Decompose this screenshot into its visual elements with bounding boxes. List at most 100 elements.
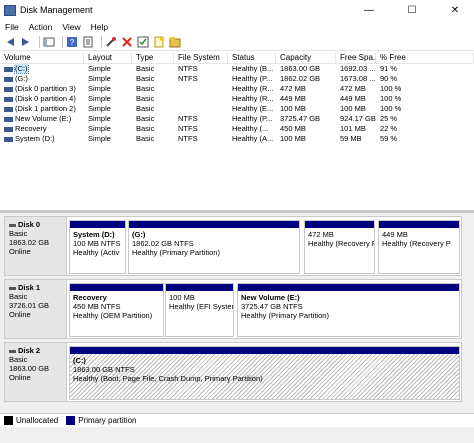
connect-icon[interactable] (105, 36, 117, 48)
primary-partition-bar (129, 221, 299, 228)
legend-swatch (4, 416, 13, 425)
partition-status: Healthy (EFI Syster (169, 302, 233, 311)
disk-icon (9, 286, 16, 290)
help-icon[interactable]: ? (66, 36, 78, 48)
disk-0-row: Disk 0 Basic 1863.02 GB Online System (D… (4, 216, 462, 276)
partition-size: 1863.00 GB NTFS (73, 365, 135, 374)
console-icon[interactable] (43, 36, 55, 48)
capacity-cell: 1863.00 GB (280, 64, 321, 73)
properties-icon[interactable] (82, 36, 94, 48)
partition-block-selected[interactable]: (C:) 1863.00 GB NTFS Healthy (Boot, Page… (69, 346, 460, 400)
partition-block[interactable]: 472 MB Healthy (Recovery P (304, 220, 375, 274)
delete-icon[interactable] (121, 36, 133, 48)
table-row[interactable]: (Disk 0 partition 3) Simple Basic Health… (0, 84, 474, 94)
partition-size: 449 MB (382, 230, 408, 239)
layout-cell: Simple (88, 134, 111, 143)
disk-0-label[interactable]: Disk 0 Basic 1863.02 GB Online (5, 217, 67, 275)
legend-swatch (66, 416, 76, 425)
volume-icon (4, 116, 13, 122)
menu-view[interactable]: View (62, 22, 80, 32)
volume-list-header: Volume Layout Type File System Status Ca… (0, 53, 474, 64)
menu-action[interactable]: Action (29, 22, 53, 32)
disk-1-label[interactable]: Disk 1 Basic 3726.01 GB Online (5, 280, 67, 338)
layout-cell: Simple (88, 114, 111, 123)
table-row[interactable]: (G:) Simple Basic NTFS Healthy (P... 186… (0, 74, 474, 84)
partition-status: Healthy (Recovery P (382, 239, 451, 248)
minimize-button[interactable]: — (354, 0, 384, 20)
volume-list: Volume Layout Type File System Status Ca… (0, 53, 474, 210)
column-percent-free[interactable]: % Free (376, 53, 474, 63)
menu-file[interactable]: File (5, 22, 19, 32)
disk-name: Disk 0 (18, 220, 41, 229)
status-cell: Healthy (R... (232, 94, 274, 103)
disk-management-icon (4, 4, 16, 16)
partition-block[interactable]: 449 MB Healthy (Recovery P (378, 220, 460, 274)
volume-name: Recovery (15, 124, 47, 133)
new-icon[interactable] (153, 36, 165, 48)
partition-status: Healthy (Primary Partition) (132, 248, 220, 257)
table-row[interactable]: New Volume (E:) Simple Basic NTFS Health… (0, 114, 474, 124)
partition-status: Healthy (Activ (73, 248, 120, 257)
disk-size: 1863.00 GB (9, 364, 50, 373)
type-cell: Basic (136, 74, 155, 83)
file-system-cell (174, 104, 228, 114)
volume-icon (4, 76, 13, 82)
legend-primary-partition: Primary partition (66, 416, 137, 425)
table-row[interactable]: (Disk 0 partition 4) Simple Basic Health… (0, 94, 474, 104)
check-icon[interactable] (137, 36, 149, 48)
partition-name: (G:) (132, 230, 146, 239)
primary-partition-bar (70, 284, 163, 291)
column-file-system[interactable]: File System (174, 53, 228, 63)
partition-block[interactable]: (G:) 1862.02 GB NTFS Healthy (Primary Pa… (128, 220, 300, 274)
forward-icon[interactable] (20, 36, 32, 48)
free-space-cell: 59 MB (340, 134, 362, 143)
table-row[interactable]: (C:) Simple Basic NTFS Healthy (B... 186… (0, 64, 474, 74)
menu-bar: File Action View Help (0, 20, 474, 34)
disk-2-row: Disk 2 Basic 1863.00 GB Online (C:) 1863… (4, 342, 462, 402)
legend: Unallocated Primary partition (0, 413, 474, 427)
table-row[interactable]: (Disk 1 partition 2) Simple Basic Health… (0, 104, 474, 114)
partition-block[interactable]: System (D:) 100 MB NTFS Healthy (Activ (69, 220, 126, 274)
partition-block[interactable]: New Volume (E:) 3725.47 GB NTFS Healthy … (237, 283, 460, 337)
back-icon[interactable] (4, 36, 16, 48)
percent-free-cell: 100 % (380, 104, 402, 113)
disk-name: Disk 2 (18, 346, 41, 355)
capacity-cell: 449 MB (280, 94, 306, 103)
status-cell: Healthy (B... (232, 64, 274, 73)
capacity-cell: 450 MB (280, 124, 306, 133)
partition-block[interactable]: 100 MB Healthy (EFI Syster (165, 283, 234, 337)
type-cell: Basic (136, 94, 155, 103)
type-cell: Basic (136, 64, 155, 73)
partition-size: 100 MB (169, 293, 195, 302)
menu-help[interactable]: Help (91, 22, 108, 32)
toolbar-separator (39, 36, 40, 48)
partition-block[interactable]: Recovery 450 MB NTFS Healthy (OEM Partit… (69, 283, 164, 337)
percent-free-cell: 59 % (380, 134, 398, 143)
free-space-cell: 101 MB (340, 124, 366, 133)
volume-icon (4, 86, 13, 92)
column-type[interactable]: Type (132, 53, 174, 63)
column-layout[interactable]: Layout (84, 53, 132, 63)
layout-cell: Simple (88, 94, 111, 103)
export-icon[interactable] (169, 36, 181, 48)
percent-free-cell: 100 % (380, 84, 402, 93)
maximize-button[interactable]: ☐ (397, 0, 427, 20)
close-button[interactable]: ✕ (440, 0, 470, 20)
column-status[interactable]: Status (228, 53, 276, 63)
percent-free-cell: 90 % (380, 74, 398, 83)
partition-size: 472 MB (308, 230, 334, 239)
table-row[interactable]: System (D:) Simple Basic NTFS Healthy (A… (0, 134, 474, 144)
column-free-space[interactable]: Free Spa... (336, 53, 376, 63)
volume-name: (C:) (14, 64, 29, 74)
partition-size: 3725.47 GB NTFS (241, 302, 303, 311)
file-system-cell (174, 94, 228, 104)
column-volume[interactable]: Volume (0, 53, 84, 63)
partition-name: System (D:) (73, 230, 115, 239)
table-row[interactable]: Recovery Simple Basic NTFS Healthy (... … (0, 124, 474, 134)
free-space-cell: 1692.03 ... (340, 64, 376, 73)
primary-partition-bar (305, 221, 374, 228)
volume-icon (4, 96, 13, 102)
disk-2-label[interactable]: Disk 2 Basic 1863.00 GB Online (5, 343, 67, 401)
legend-label: Primary partition (78, 416, 137, 425)
column-capacity[interactable]: Capacity (276, 53, 336, 63)
